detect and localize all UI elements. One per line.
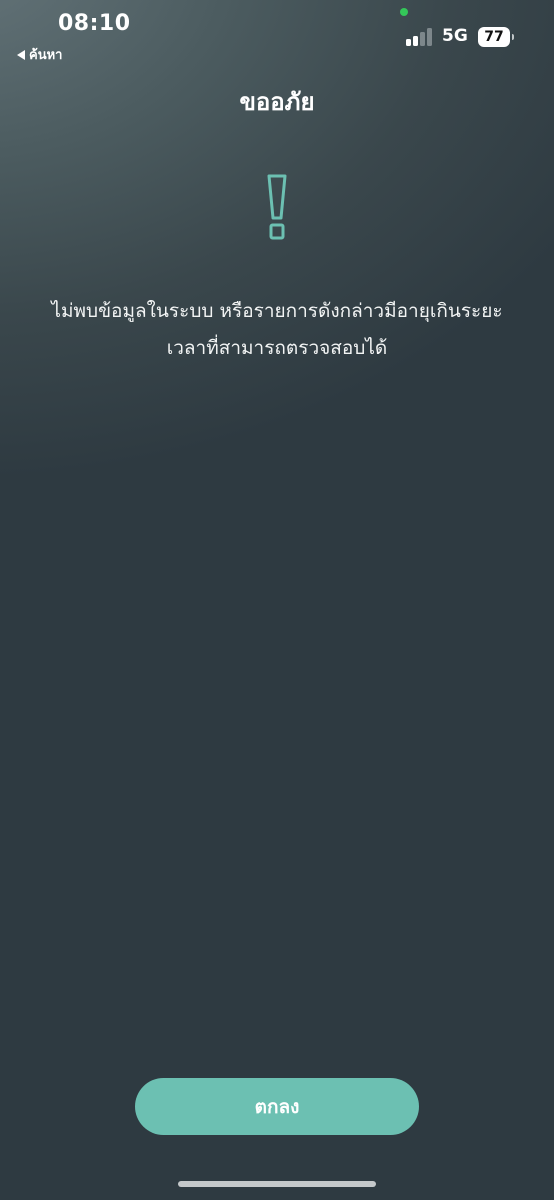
network-type: 5G: [442, 26, 468, 46]
error-message-line: เวลาที่สามารถตรวจสอบได้: [166, 337, 388, 359]
back-to-app-label: ค้นหา: [29, 48, 63, 63]
battery-level: 77: [478, 27, 510, 47]
camera-in-use-indicator: [400, 8, 408, 16]
exclamation-icon: [267, 174, 287, 240]
page-title: ขออภัย: [239, 88, 315, 116]
home-indicator[interactable]: [178, 1181, 376, 1187]
error-message: ไม่พบข้อมูลในระบบ หรือรายการดังกล่าวมีอา…: [30, 293, 524, 367]
back-to-app-button[interactable]: ค้นหา: [17, 44, 62, 65]
error-message-line: ไม่พบข้อมูลในระบบ หรือรายการดังกล่าวมีอา…: [51, 300, 503, 322]
cellular-signal-icon: [406, 28, 434, 46]
status-time: 08:10: [58, 11, 131, 36]
ok-button[interactable]: ตกลง: [135, 1078, 419, 1135]
back-arrow-icon: [17, 49, 25, 60]
battery-icon: 77: [478, 27, 514, 47]
